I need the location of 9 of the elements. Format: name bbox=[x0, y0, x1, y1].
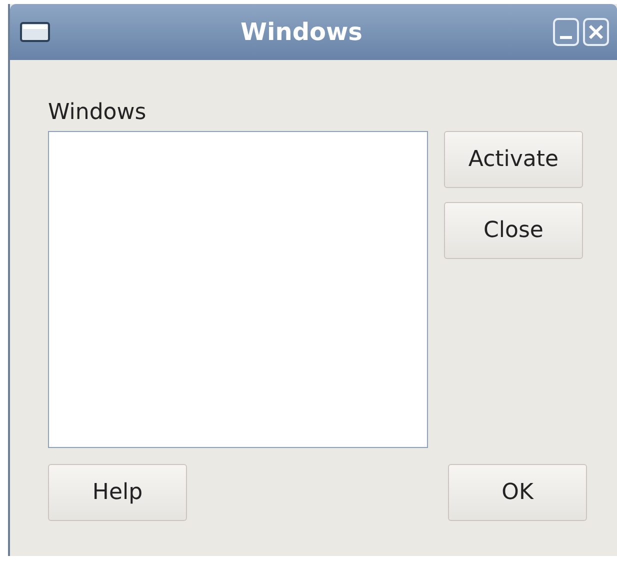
close-icon[interactable] bbox=[583, 18, 609, 46]
dialog-button[interactable]: Activate bbox=[444, 131, 583, 188]
dialog-button[interactable]: Help bbox=[48, 464, 187, 521]
dialog-button[interactable]: Close bbox=[444, 202, 583, 259]
window-title: Windows bbox=[240, 18, 364, 46]
window-icon[interactable] bbox=[20, 22, 50, 42]
dialog-button[interactable]: OK bbox=[448, 464, 587, 521]
minimize-icon[interactable] bbox=[553, 18, 579, 46]
list-label: Windows bbox=[48, 100, 148, 125]
